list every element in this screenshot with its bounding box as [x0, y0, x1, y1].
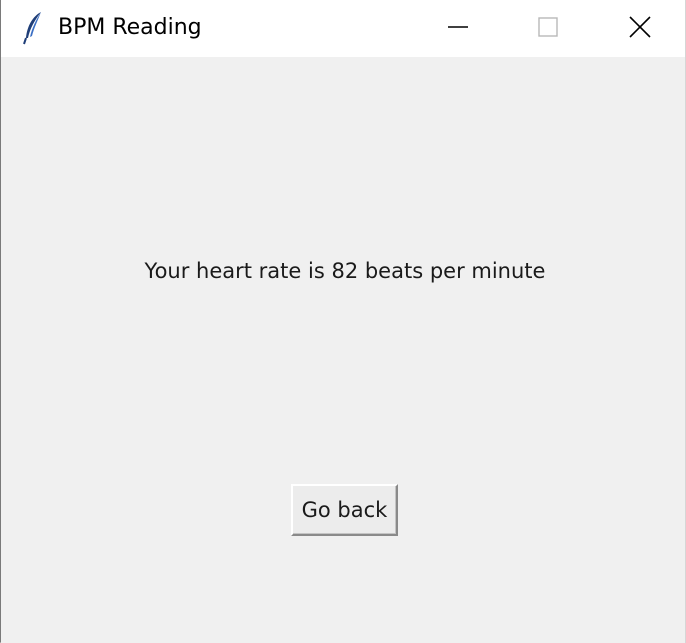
minimize-icon	[447, 16, 469, 42]
close-icon	[628, 15, 652, 43]
title-bar[interactable]: BPM Reading	[1, 0, 685, 57]
main-content: Your heart rate is 82 beats per minute G…	[1, 57, 685, 643]
maximize-button[interactable]	[503, 0, 593, 57]
window-title: BPM Reading	[58, 15, 202, 40]
maximize-icon	[537, 16, 559, 42]
feather-icon	[21, 10, 47, 46]
heart-rate-message: Your heart rate is 82 beats per minute	[144, 259, 546, 283]
minimize-button[interactable]	[413, 0, 503, 57]
app-window: BPM Reading Your heart rate is 82 beats …	[0, 0, 686, 643]
go-back-button[interactable]: Go back	[291, 484, 398, 536]
close-button[interactable]	[595, 0, 685, 57]
